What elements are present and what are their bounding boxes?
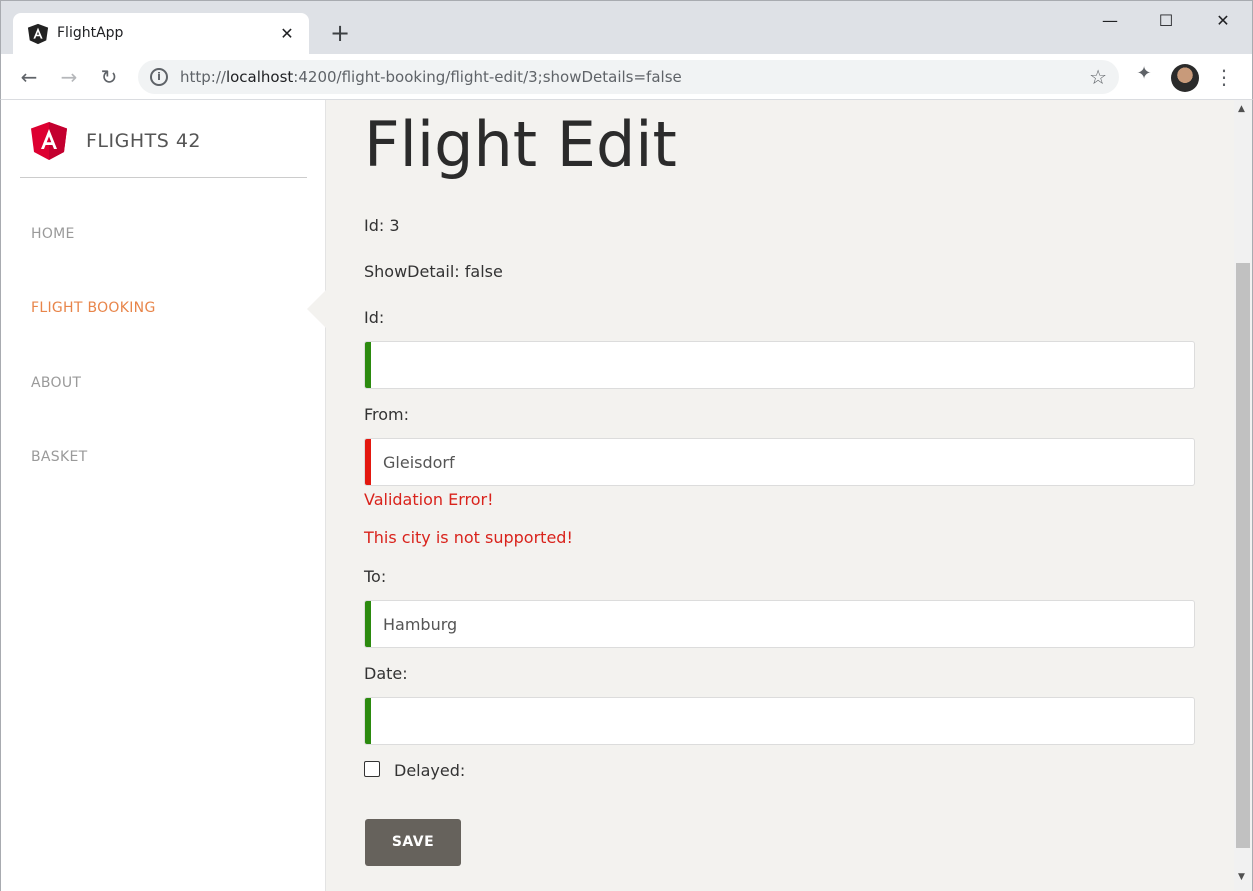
- valid-indicator: [365, 342, 371, 388]
- sidebar: FLIGHTS 42 HOME FLIGHT BOOKING ABOUT BAS…: [0, 100, 327, 891]
- address-bar[interactable]: i http://localhost:4200/flight-booking/f…: [138, 60, 1119, 94]
- puzzle-icon[interactable]: ✦: [1133, 63, 1155, 85]
- scrollbar-thumb[interactable]: [1236, 263, 1250, 848]
- sidebar-item-home[interactable]: HOME: [31, 226, 75, 242]
- from-field[interactable]: Gleisdorf: [364, 438, 1195, 486]
- angular-logo-icon: [31, 122, 67, 160]
- city-error-text: This city is not supported!: [364, 528, 573, 547]
- avatar[interactable]: [1171, 64, 1199, 92]
- angular-favicon-icon: [27, 23, 49, 45]
- date-field[interactable]: [364, 697, 1195, 745]
- to-label: To:: [364, 567, 387, 586]
- reload-icon[interactable]: ↻: [94, 62, 124, 92]
- to-field-value: Hamburg: [383, 615, 458, 634]
- star-icon[interactable]: ☆: [1089, 65, 1107, 89]
- valid-indicator: [365, 698, 371, 744]
- main-content: Flight Edit Id: 3 ShowDetail: false Id: …: [326, 100, 1234, 891]
- invalid-indicator: [365, 439, 371, 485]
- page-title: Flight Edit: [364, 108, 677, 181]
- new-tab-icon[interactable]: +: [327, 21, 353, 47]
- sidebar-item-basket[interactable]: BASKET: [31, 449, 87, 465]
- sidebar-item-about[interactable]: ABOUT: [31, 375, 81, 391]
- valid-indicator: [365, 601, 371, 647]
- url-text[interactable]: http://localhost:4200/flight-booking/fli…: [180, 68, 682, 86]
- sidebar-item-flight-booking[interactable]: FLIGHT BOOKING: [31, 300, 156, 316]
- close-tab-icon[interactable]: ✕: [275, 22, 299, 46]
- tab-title: FlightApp: [57, 25, 124, 41]
- id-field[interactable]: [364, 341, 1195, 389]
- page-scrollbar[interactable]: ▲ ▼: [1234, 100, 1253, 891]
- save-button[interactable]: SAVE: [365, 819, 461, 866]
- browser-tab[interactable]: FlightApp ✕: [13, 13, 309, 55]
- show-detail-display: ShowDetail: false: [364, 262, 503, 281]
- browser-toolbar: ← → ↻ i http://localhost:4200/flight-boo…: [0, 54, 1253, 100]
- to-field[interactable]: Hamburg: [364, 600, 1195, 648]
- browser-tabbar: FlightApp ✕ + — ☐ ✕: [0, 0, 1253, 55]
- minimize-icon[interactable]: —: [1087, 7, 1133, 35]
- id-label: Id:: [364, 308, 385, 327]
- scroll-down-icon[interactable]: ▼: [1238, 872, 1245, 882]
- id-display: Id: 3: [364, 216, 400, 235]
- from-label: From:: [364, 405, 410, 424]
- from-field-value: Gleisdorf: [383, 453, 455, 472]
- date-label: Date:: [364, 664, 408, 683]
- arrow-right-icon[interactable]: →: [54, 62, 84, 92]
- delayed-checkbox[interactable]: [364, 761, 380, 777]
- validation-error-text: Validation Error!: [364, 490, 494, 509]
- kebab-menu-icon[interactable]: ⋮: [1214, 63, 1234, 91]
- maximize-icon[interactable]: ☐: [1143, 7, 1189, 35]
- brand-divider: [20, 177, 307, 178]
- close-window-icon[interactable]: ✕: [1200, 7, 1246, 35]
- active-nav-pointer: [307, 289, 327, 329]
- scroll-up-icon[interactable]: ▲: [1238, 104, 1245, 114]
- delayed-label: Delayed:: [394, 761, 466, 780]
- brand-title[interactable]: FLIGHTS 42: [86, 130, 201, 152]
- info-icon[interactable]: i: [150, 68, 168, 86]
- arrow-left-icon[interactable]: ←: [14, 62, 44, 92]
